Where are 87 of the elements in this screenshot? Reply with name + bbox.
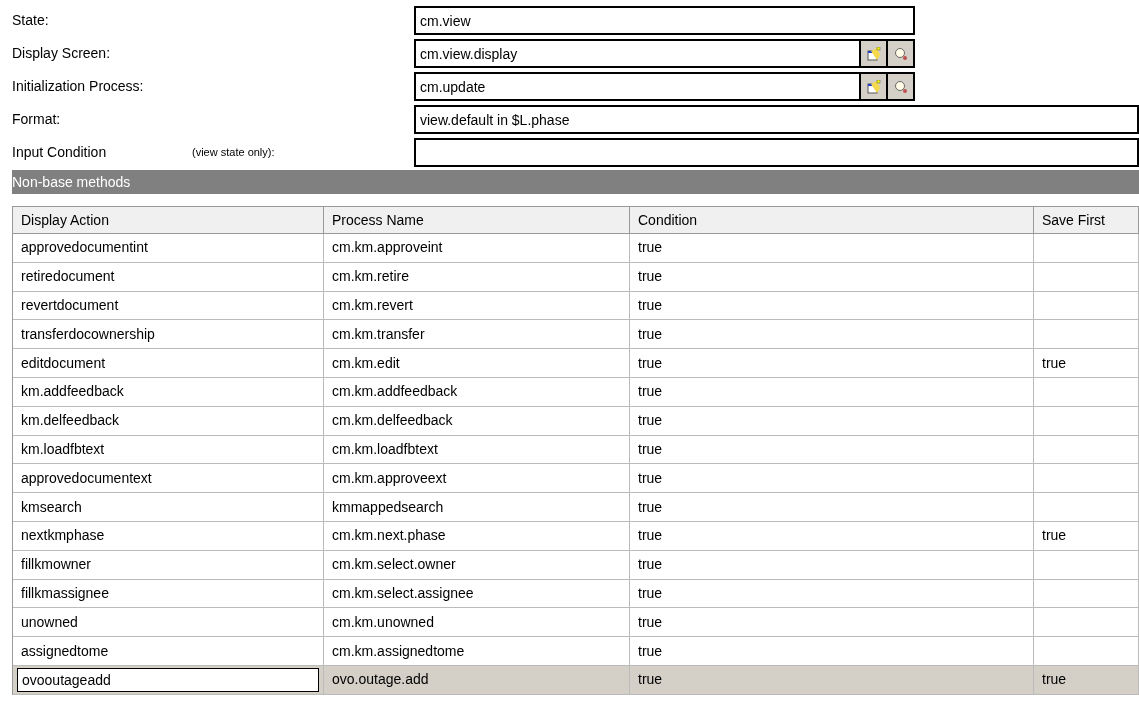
search-button[interactable]: [888, 39, 915, 68]
field-note: (view state only):: [192, 145, 275, 161]
table-cell-text: true: [1042, 353, 1067, 373]
table-cell-text: cm.km.delfeedback: [332, 411, 453, 431]
table-row[interactable]: unowned cm.km.unowned true: [13, 608, 1139, 638]
table-cell-text: true: [638, 324, 663, 344]
browse-button[interactable]: [861, 39, 888, 68]
table-row[interactable]: editdocument cm.km.edit true true: [13, 349, 1139, 378]
table-cell-text: true: [638, 353, 663, 373]
table-cell-text: cm.km.retire: [332, 267, 409, 287]
table-cell-text: retiredocument: [21, 267, 115, 287]
table-cell-text: true: [638, 526, 663, 546]
table-cell-text: unowned: [21, 612, 78, 632]
table-cell-text: true: [638, 555, 663, 575]
table-cell-text: cm.km.unowned: [332, 612, 434, 632]
table-cell-text: true: [1042, 526, 1067, 546]
table-cell-text: assignedtome: [21, 641, 109, 661]
field-label: Format:: [12, 110, 62, 129]
table-cell-text: cm.km.approveint: [332, 238, 443, 258]
table-cell-text: cm.km.approveext: [332, 468, 447, 488]
table-cell-text: cm.km.addfeedback: [332, 382, 458, 402]
text-field[interactable]: [414, 138, 1139, 167]
table-cell-text: transferdocownership: [21, 324, 155, 344]
table-row[interactable]: km.loadfbtext cm.km.loadfbtext true: [13, 435, 1139, 465]
table-cell-text: cm.km.loadfbtext: [332, 439, 438, 459]
browse-button[interactable]: [861, 72, 888, 101]
table-cell-text: true: [638, 267, 663, 287]
table-row[interactable]: fillkmowner cm.km.select.owner true: [13, 550, 1139, 580]
table-row[interactable]: kmsearch kmmappedsearch true: [13, 493, 1139, 522]
table-cell-text: true: [638, 583, 663, 603]
table-cell-text: true: [1042, 670, 1067, 690]
table-cell-text: fillkmassignee: [21, 583, 109, 603]
table-row[interactable]: nextkmphase cm.km.next.phase true true: [13, 521, 1139, 551]
table-cell-text: true: [638, 468, 663, 488]
field-label: Input Condition: [12, 143, 108, 162]
table-cell-text: true: [638, 411, 663, 431]
text-field[interactable]: cm.view.display: [414, 39, 861, 68]
search-button[interactable]: [888, 72, 915, 101]
table-cell-text: km.addfeedback: [21, 382, 124, 402]
text-field[interactable]: cm.update: [414, 72, 861, 101]
table-cell-text: cm.km.assignedtome: [332, 641, 465, 661]
table-row[interactable]: approvedocumentext cm.km.approveext true: [13, 464, 1139, 494]
table-cell-text: cm.km.edit: [332, 353, 400, 373]
table-icon: [866, 79, 881, 94]
table-icon: [866, 46, 881, 61]
table-cell-text: true: [638, 612, 663, 632]
table-row[interactable]: approvedocumentint cm.km.approveint true: [13, 234, 1139, 263]
table-row[interactable]: revertdocument cm.km.revert true: [13, 291, 1139, 321]
table-row[interactable]: assignedtome cm.km.assignedtome true: [13, 637, 1139, 666]
table-cell-text: cm.km.transfer: [332, 324, 425, 344]
table-cell-text: editdocument: [21, 353, 106, 373]
table-cell-text: true: [638, 641, 663, 661]
table-row[interactable]: km.delfeedback cm.km.delfeedback true: [13, 406, 1139, 436]
table-cell-text: true: [638, 382, 663, 402]
field-label: State:: [12, 11, 50, 30]
table-cell-text: revertdocument: [21, 296, 119, 315]
field-label: Initialization Process:: [12, 77, 145, 96]
text-field[interactable]: cm.view: [414, 6, 915, 35]
table-row[interactable]: retiredocument cm.km.retire true: [13, 262, 1139, 292]
table-cell-text: true: [638, 439, 663, 459]
table-cell-text: true: [638, 670, 663, 690]
table-row[interactable]: ovooutageadd ovo.outage.add true true: [13, 665, 1139, 695]
table-cell-text: approvedocumentint: [21, 238, 148, 258]
table-cell-text: cm.km.revert: [332, 296, 413, 315]
search-icon: [893, 46, 908, 61]
table-cell-text: kmsearch: [21, 497, 82, 517]
table-cell-text: kmmappedsearch: [332, 497, 444, 517]
table-cell-text: ovo.outage.add: [332, 670, 429, 690]
section-title: Non-base methods: [12, 172, 131, 192]
table-row[interactable]: km.addfeedback cm.km.addfeedback true: [13, 378, 1139, 407]
table-cell-text: cm.km.next.phase: [332, 526, 446, 546]
table-cell-text: cm.km.select.owner: [332, 555, 456, 575]
cell-edit-field[interactable]: ovooutageadd: [17, 667, 319, 692]
table-cell-text: approvedocumentext: [21, 468, 152, 488]
table-cell-text: true: [638, 497, 663, 517]
table-cell-text: true: [638, 238, 663, 258]
table-cell-text: cm.km.select.assignee: [332, 583, 474, 603]
table-row[interactable]: transferdocownership cm.km.transfer true: [13, 320, 1139, 350]
table-cell-text: km.delfeedback: [21, 411, 120, 431]
table-cell-text: km.loadfbtext: [21, 439, 105, 459]
table-row[interactable]: fillkmassignee cm.km.select.assignee true: [13, 579, 1139, 609]
field-label: Display Screen:: [12, 44, 112, 63]
table-cell-text: nextkmphase: [21, 526, 105, 546]
table-cell-text: true: [638, 296, 663, 315]
text-field[interactable]: view.default in $L.phase: [414, 105, 1139, 134]
search-icon: [893, 79, 908, 94]
table-cell-text: fillkmowner: [21, 555, 91, 575]
